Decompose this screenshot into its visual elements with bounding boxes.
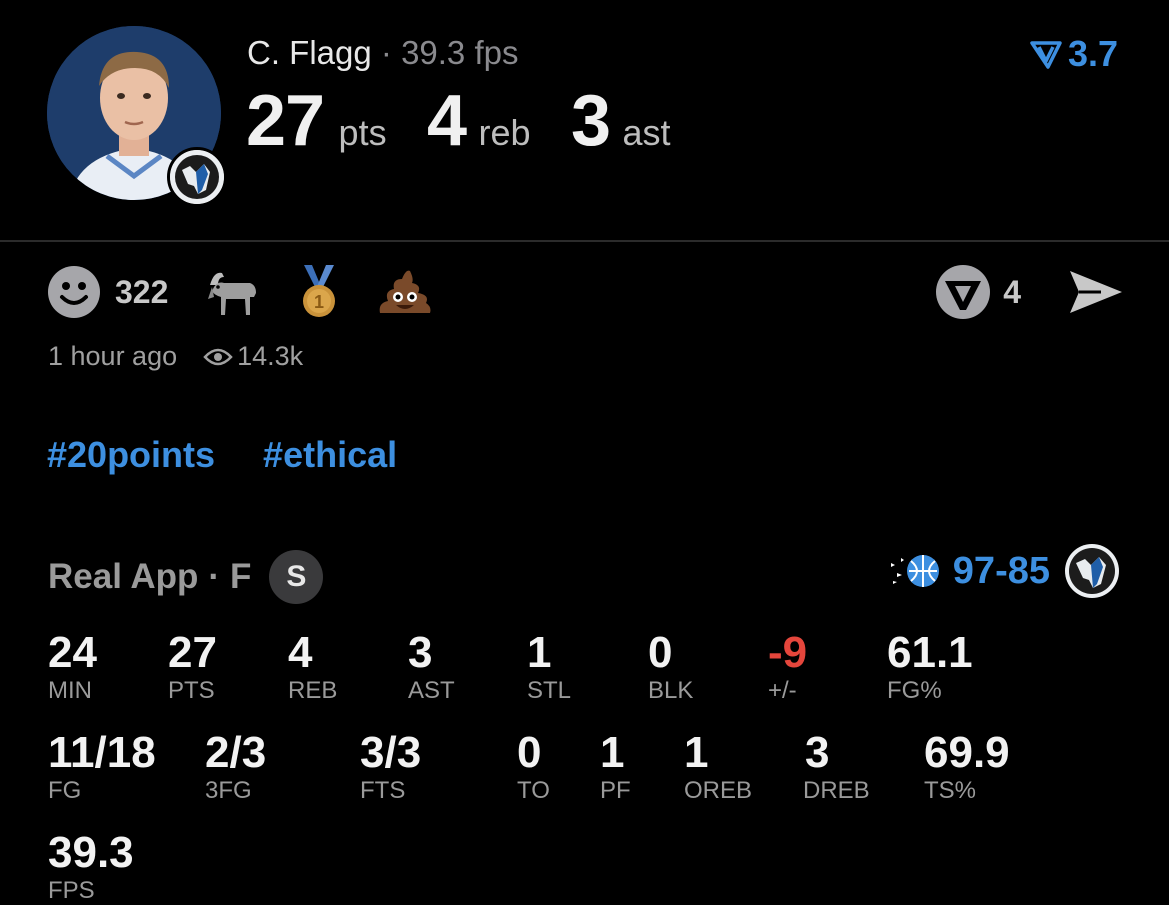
- mavericks-logo-icon: [1065, 544, 1119, 598]
- stat-fps: 39.3 FPS: [48, 829, 134, 905]
- stat-value: 24: [48, 628, 97, 677]
- stat-label: PTS: [168, 677, 215, 704]
- post-meta: 1 hour ago 14.3k: [48, 341, 303, 372]
- headline-ast: 3: [571, 81, 611, 161]
- stat-label: OREB: [684, 777, 753, 804]
- stat-label: TS%: [924, 777, 977, 804]
- stat-label: FG%: [887, 677, 942, 704]
- headline-pts: 27: [246, 81, 325, 161]
- hashtag-link[interactable]: #20points: [47, 434, 215, 475]
- stat-label: TO: [517, 777, 550, 804]
- headline-pts-label: pts: [338, 112, 387, 153]
- stat-dreb: 3 DREB: [803, 729, 870, 805]
- add-reaction-smiley-icon[interactable]: [47, 265, 101, 319]
- rating-value: 3.7: [1067, 33, 1118, 74]
- stat-blk: 0 BLK: [648, 629, 693, 705]
- stat-ast: 3 AST: [408, 629, 455, 705]
- magic-logo-icon: [890, 555, 939, 587]
- game-status: F: [230, 557, 252, 596]
- hashtag-link[interactable]: #ethical: [263, 434, 397, 475]
- stat-value: 3: [408, 628, 433, 677]
- fps-text: 39.3 fps: [401, 34, 519, 71]
- stat-label: MIN: [48, 677, 92, 704]
- stat-label: BLK: [648, 677, 694, 704]
- team-logo-mavericks: [167, 147, 227, 207]
- stat-value: 3/3: [360, 728, 422, 777]
- stat-fg-pct: 61.1 FG%: [887, 629, 973, 705]
- stat-plus-minus: -9 +/-: [768, 629, 807, 705]
- voting-arrow-icon: [1030, 41, 1062, 69]
- headline-reb-label: reb: [478, 112, 531, 153]
- headline-ast-label: ast: [622, 112, 671, 153]
- player-name[interactable]: C. Flagg: [247, 34, 372, 71]
- stat-stl: 1 STL: [527, 629, 571, 705]
- game-score[interactable]: 97 - 85: [889, 543, 1120, 599]
- stat-reb: 4 REB: [288, 629, 337, 705]
- view-count: 14.3k: [237, 341, 304, 371]
- score-separator: -: [995, 549, 1008, 592]
- player-name-line: C. Flagg · 39.3 fps: [247, 34, 518, 72]
- vote-circle-icon[interactable]: [935, 264, 991, 320]
- gold-medal-emoji-icon[interactable]: 1: [290, 263, 348, 321]
- stat-label: FG: [48, 777, 82, 804]
- headline-stats: 27 pts 4 reb 3 ast: [246, 80, 671, 162]
- stat-oreb: 1 OREB: [684, 729, 752, 805]
- reactions-row: 322 1: [47, 262, 462, 322]
- source-badge[interactable]: S: [269, 550, 324, 604]
- stat-label: 3FG: [205, 777, 252, 804]
- stat-label: AST: [408, 677, 455, 704]
- views: 14.3k: [203, 341, 303, 372]
- separator: ·: [208, 557, 221, 596]
- stat-value: 0: [517, 728, 542, 777]
- stat-ts-pct: 69.9 TS%: [924, 729, 1010, 805]
- stat-value: 11/18: [48, 728, 156, 777]
- divider: [0, 240, 1169, 242]
- post-actions: 4: [935, 262, 1125, 322]
- stat-label: +/-: [768, 677, 797, 704]
- stat-value: 1: [527, 628, 552, 677]
- stat-value: 39.3: [48, 828, 134, 877]
- stat-value: 1: [600, 728, 625, 777]
- stat-value: 3: [805, 728, 830, 777]
- poop-emoji-icon[interactable]: [376, 263, 434, 321]
- stat-value: 0: [648, 628, 673, 677]
- post-time: 1 hour ago: [48, 341, 178, 371]
- score-home: 97: [952, 549, 996, 592]
- stat-fg: 11/18 FG: [48, 729, 156, 805]
- stat-label: FPS: [48, 877, 95, 904]
- stat-label: PF: [600, 777, 631, 804]
- vote-count[interactable]: 4: [1003, 274, 1021, 311]
- svg-text:1: 1: [314, 292, 324, 312]
- reaction-count[interactable]: 322: [115, 274, 168, 311]
- source-app: Real App: [48, 557, 199, 596]
- score-away: 85: [1007, 549, 1050, 592]
- stat-pf: 1 PF: [600, 729, 631, 805]
- stat-label: STL: [527, 677, 572, 704]
- stat-value: 61.1: [887, 628, 973, 677]
- stat-min: 24 MIN: [48, 629, 97, 705]
- hashtags: #20points #ethical: [47, 434, 397, 476]
- stat-value: 27: [168, 628, 217, 677]
- mavericks-logo-icon: [170, 150, 224, 204]
- stat-value: 1: [684, 728, 709, 777]
- separator: ·: [380, 34, 392, 71]
- stat-label: REB: [288, 677, 338, 704]
- game-source-line: Real App · F S: [48, 550, 324, 604]
- stat-to: 0 TO: [517, 729, 550, 805]
- stat-3fg: 2/3 3FG: [205, 729, 266, 805]
- stat-pts: 27 PTS: [168, 629, 217, 705]
- send-share-icon[interactable]: [1067, 267, 1125, 317]
- headline-reb: 4: [427, 81, 467, 161]
- goat-emoji-icon[interactable]: [204, 263, 262, 321]
- stat-label: FTS: [360, 777, 406, 804]
- stat-value: 4: [288, 628, 313, 677]
- stat-label: DREB: [803, 777, 870, 804]
- rating-button[interactable]: 3.7: [1030, 33, 1118, 75]
- stat-value: 69.9: [924, 728, 1010, 777]
- eye-icon: [203, 348, 233, 365]
- stat-value: 2/3: [205, 728, 267, 777]
- stat-fts: 3/3 FTS: [360, 729, 421, 805]
- stat-value: -9: [768, 628, 808, 677]
